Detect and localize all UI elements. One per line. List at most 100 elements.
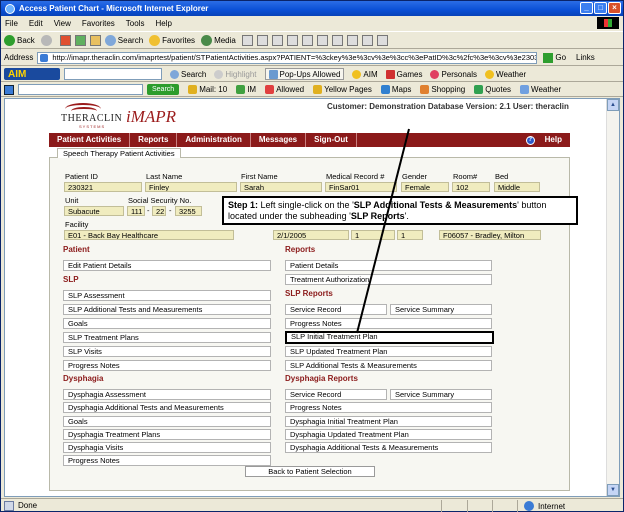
nav-patient-activities[interactable]: Patient Activities <box>49 133 131 147</box>
links-button[interactable]: Links <box>576 53 595 62</box>
nav-messages[interactable]: Messages <box>251 133 307 147</box>
slp-treatment-plans-button[interactable]: SLP Treatment Plans <box>63 332 271 343</box>
address-bar: Address http://imapr.theraclin.com/imapr… <box>1 50 623 66</box>
dysphagia-additional-tests-measurements-button[interactable]: Dysphagia Additional Tests & Measurement… <box>285 442 492 453</box>
menu-view[interactable]: View <box>54 19 71 28</box>
slp-progress-notes-button[interactable]: Progress Notes <box>285 318 492 329</box>
maximize-button[interactable]: □ <box>594 2 607 14</box>
dysphagia-assessment-button[interactable]: Dysphagia Assessment <box>63 389 271 400</box>
stop-icon[interactable] <box>59 34 71 46</box>
slp-additional-tests-measurements-button[interactable]: SLP Additional Tests & Measurements <box>285 360 492 371</box>
maps-button[interactable]: Maps <box>380 85 411 94</box>
patient-details-button[interactable]: Patient Details <box>285 260 492 271</box>
aim-menu-button[interactable]: AIM <box>352 69 378 79</box>
section-dysphagia-reports: Dysphagia Reports <box>285 374 358 383</box>
menu-favorites[interactable]: Favorites <box>82 19 115 28</box>
slp-additional-tests-button[interactable]: SLP Additional Tests and Measurements <box>63 304 271 315</box>
back-button[interactable]: Back <box>4 34 35 46</box>
aim-search-button[interactable]: Search <box>170 69 206 79</box>
weather-button[interactable]: Weather <box>485 69 526 79</box>
menu-edit[interactable]: Edit <box>29 19 43 28</box>
browser-window: Access Patient Chart - Microsoft Interne… <box>0 0 624 512</box>
aim-search-input[interactable] <box>64 68 162 80</box>
print-icon[interactable] <box>271 34 283 46</box>
edit-patient-details-button[interactable]: Edit Patient Details <box>63 260 271 271</box>
menu-tools[interactable]: Tools <box>126 19 145 28</box>
search-button[interactable]: Search <box>104 34 143 46</box>
label-first-name: First Name <box>241 172 278 181</box>
minimize-button[interactable]: _ <box>580 2 593 14</box>
goals-button[interactable]: Goals <box>63 318 271 329</box>
menu-help[interactable]: Help <box>155 19 171 28</box>
popups-allowed-button[interactable]: Pop-Ups Allowed <box>264 68 345 80</box>
unit-value: Subacute <box>64 206 124 216</box>
nav-reports[interactable]: Reports <box>130 133 178 147</box>
games-button[interactable]: Games <box>385 69 422 79</box>
edit-icon[interactable] <box>286 34 298 46</box>
go-button[interactable]: Go <box>543 52 566 63</box>
im-icon <box>236 85 246 94</box>
service-summary-button[interactable]: Service Summary <box>390 304 492 315</box>
number-value-2: 1 <box>397 230 423 240</box>
slp-assessment-button[interactable]: SLP Assessment <box>63 290 271 301</box>
dysphagia-goals-button[interactable]: Goals <box>63 416 271 427</box>
aim-logo[interactable]: AIM <box>4 68 60 80</box>
history-icon[interactable] <box>241 34 253 46</box>
mail-icon[interactable] <box>256 34 268 46</box>
dysphagia-updated-treatment-plan-button[interactable]: Dysphagia Updated Treatment Plan <box>285 429 492 440</box>
popup-blocker-icon <box>265 85 275 94</box>
back-to-patient-selection-button[interactable]: Back to Patient Selection <box>245 466 375 477</box>
menu-file[interactable]: File <box>5 19 18 28</box>
media-button[interactable]: Media <box>201 34 236 46</box>
mail-button[interactable]: Mail: 10 <box>188 85 227 94</box>
allowed-button[interactable]: Allowed <box>265 85 304 94</box>
logo-systems: SYSTEMS <box>79 124 106 129</box>
personals-button[interactable]: Personals <box>430 69 477 79</box>
scroll-up-icon[interactable]: ▲ <box>607 99 619 111</box>
date-value: 2/1/2005 <box>273 230 349 240</box>
label-last-name: Last Name <box>146 172 183 181</box>
section-slp-reports: SLP Reports <box>285 289 333 298</box>
dysphagia-progress-notes-button[interactable]: Progress Notes <box>63 455 271 466</box>
quotes-button[interactable]: Quotes <box>474 85 511 94</box>
im-button[interactable]: IM <box>236 85 256 94</box>
yellow-pages-button[interactable]: Yellow Pages <box>313 85 372 94</box>
tools-icon[interactable] <box>376 34 388 46</box>
tab-speech-therapy[interactable]: Speech Therapy Patient Activities <box>57 148 181 158</box>
print-preview-icon[interactable] <box>361 34 373 46</box>
shopping-button[interactable]: Shopping <box>420 85 465 94</box>
search-icon <box>104 34 116 46</box>
address-input[interactable]: http://imapr.theraclin.com/imaprtest/pat… <box>37 51 538 64</box>
favorites-button[interactable]: Favorites <box>149 34 195 46</box>
weather-button[interactable]: Weather <box>520 85 561 94</box>
refresh-icon[interactable] <box>74 34 86 46</box>
treatment-authorization-button[interactable]: Treatment Authorization <box>285 274 492 285</box>
messenger-icon[interactable] <box>331 34 343 46</box>
vertical-scrollbar[interactable]: ▲ ▼ <box>606 99 619 496</box>
forward-button[interactable] <box>40 34 54 46</box>
toolbar-search-button[interactable]: Search <box>147 84 180 95</box>
discuss-icon[interactable] <box>301 34 313 46</box>
research-icon[interactable] <box>316 34 328 46</box>
help-link[interactable]: ? Help <box>525 133 562 147</box>
nav-sign-out[interactable]: Sign-Out <box>306 133 357 147</box>
slp-visits-button[interactable]: SLP Visits <box>63 346 271 357</box>
aim-highlight-button[interactable]: Highlight <box>214 69 257 79</box>
slp-initial-treatment-plan-button[interactable]: SLP Initial Treatment Plan <box>285 331 494 344</box>
dysphagia-additional-tests-button[interactable]: Dysphagia Additional Tests and Measureme… <box>63 402 271 413</box>
dysphagia-initial-treatment-plan-button[interactable]: Dysphagia Initial Treatment Plan <box>285 416 492 427</box>
slp-updated-treatment-plan-button[interactable]: SLP Updated Treatment Plan <box>285 346 492 357</box>
scroll-down-icon[interactable]: ▼ <box>607 484 619 496</box>
dysphagia-service-record-button[interactable]: Service Record <box>285 389 387 400</box>
close-button[interactable]: × <box>608 2 621 14</box>
dysphagia-treatment-plans-button[interactable]: Dysphagia Treatment Plans <box>63 429 271 440</box>
home-icon[interactable] <box>89 34 101 46</box>
dysphagia-report-progress-notes-button[interactable]: Progress Notes <box>285 402 492 413</box>
service-record-button[interactable]: Service Record <box>285 304 387 315</box>
nav-administration[interactable]: Administration <box>177 133 251 147</box>
toolbar-search-input[interactable] <box>18 84 143 95</box>
dysphagia-service-summary-button[interactable]: Service Summary <box>390 389 492 400</box>
dysphagia-visits-button[interactable]: Dysphagia Visits <box>63 442 271 453</box>
font-icon[interactable] <box>346 34 358 46</box>
progress-notes-button[interactable]: Progress Notes <box>63 360 271 371</box>
